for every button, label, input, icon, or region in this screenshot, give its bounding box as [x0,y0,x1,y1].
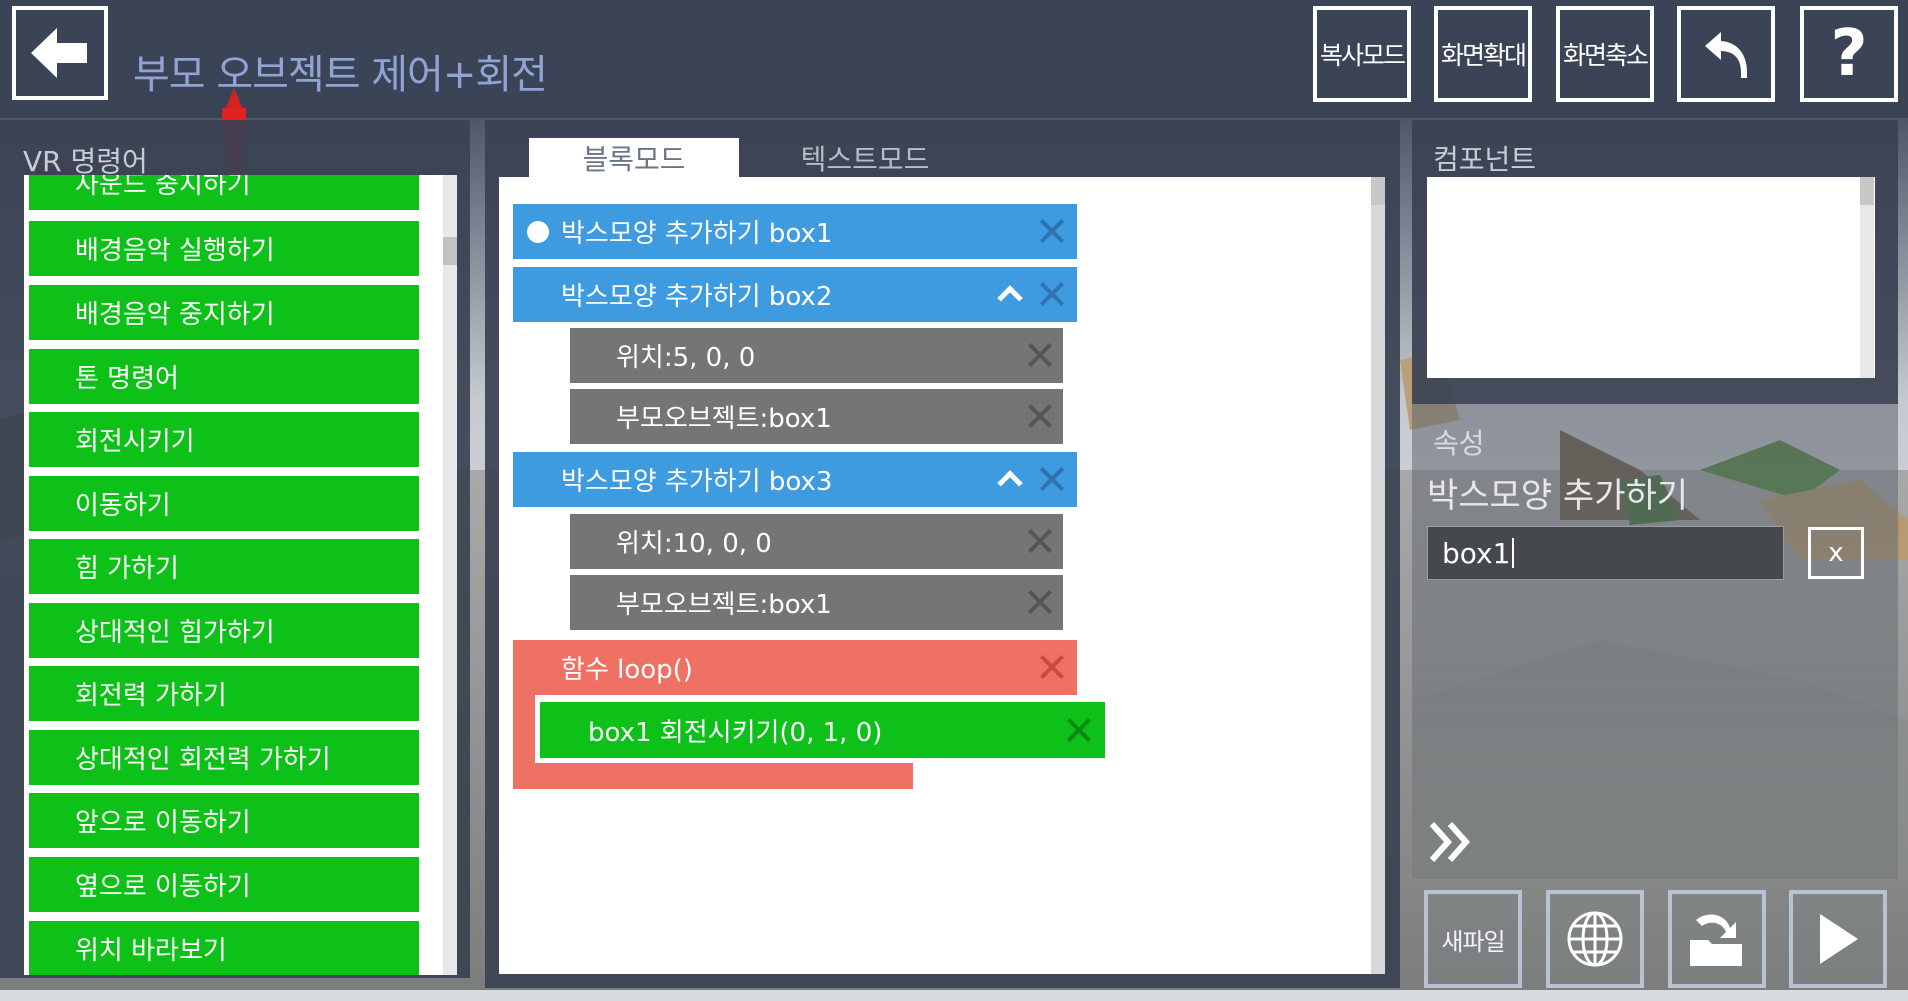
scrollbar-thumb[interactable] [443,237,457,265]
block-label: 박스모양 추가하기 box3 [561,467,833,497]
play-icon [1820,914,1858,964]
delete-icon[interactable] [1027,589,1053,615]
block-label: 위치:10, 0, 0 [616,529,772,559]
delete-icon[interactable] [1027,528,1053,554]
command-item[interactable]: 톤 명령어 [29,349,419,404]
delete-icon[interactable] [1066,717,1092,743]
delete-icon[interactable] [1039,654,1065,680]
block-label: 위치:5, 0, 0 [616,343,756,373]
loop-body-frame [513,695,535,767]
object-name-input[interactable]: box1 [1427,526,1784,580]
expand-chevron-icon[interactable] [1428,820,1472,864]
command-item[interactable]: 회전력 가하기 [29,666,419,721]
property-label: 속성 [1433,427,1485,460]
undo-button[interactable] [1677,6,1775,102]
command-item[interactable]: 회전시키기 [29,412,419,467]
vr-commands-label: VR 명령어 [23,145,148,178]
block-function-loop[interactable]: 함수 loop() [513,640,1077,695]
run-button[interactable] [1789,890,1887,988]
block-editor-canvas[interactable]: 박스모양 추가하기 box1 박스모양 추가하기 box2 위치:5, 0, 0… [499,177,1385,974]
block-parent-object[interactable]: 부모오브젝트:box1 [570,389,1063,444]
open-folder-icon [1690,914,1742,966]
block-add-box2[interactable]: 박스모양 추가하기 box2 [513,267,1077,322]
object-name-value: box1 [1442,536,1511,570]
delete-icon[interactable] [1027,342,1053,368]
editor-scrollbar[interactable] [1371,177,1385,974]
globe-button[interactable] [1546,890,1644,988]
command-item[interactable]: 상대적인 힘가하기 [29,603,419,658]
page-title: 부모 오브젝트 제어+회전 [133,52,548,98]
back-arrow-icon [31,28,87,78]
command-item[interactable]: 힘 가하기 [29,539,419,594]
command-item[interactable]: 사운드 중지하기 [29,175,419,210]
property-title: 박스모양 추가하기 [1427,476,1689,516]
undo-icon [1705,32,1747,78]
bottom-strip [0,990,1908,1001]
component-list[interactable] [1427,177,1875,378]
clear-name-button[interactable]: x [1808,527,1864,579]
open-file-button[interactable] [1668,890,1766,988]
command-item[interactable]: 위치 바라보기 [29,921,419,975]
delete-icon[interactable] [1027,403,1053,429]
command-item[interactable]: 옆으로 이동하기 [29,857,419,912]
scrollbar-thumb[interactable] [1371,177,1385,205]
block-label: 부모오브젝트:box1 [616,590,832,620]
tab-text-mode[interactable]: 텍스트모드 [760,138,970,178]
back-button[interactable] [12,6,108,100]
block-add-box1[interactable]: 박스모양 추가하기 box1 [513,204,1077,259]
command-item[interactable]: 앞으로 이동하기 [29,793,419,848]
command-item[interactable]: 배경음악 실행하기 [29,221,419,276]
delete-icon[interactable] [1039,466,1065,492]
block-parent-object[interactable]: 부모오브젝트:box1 [570,575,1063,630]
new-file-button[interactable]: 새파일 [1424,890,1522,988]
loop-end-cap [513,763,913,789]
zoom-in-button[interactable]: 화면확대 [1434,6,1532,102]
block-add-box3[interactable]: 박스모양 추가하기 box3 [513,452,1077,507]
block-rotate-box1[interactable]: box1 회전시키기(0, 1, 0) [540,702,1105,758]
globe-icon [1567,911,1623,967]
collapse-icon[interactable] [997,285,1023,311]
copy-mode-button[interactable]: 복사모드 [1313,6,1411,102]
block-label: 박스모양 추가하기 box1 [561,219,833,249]
block-label: 함수 loop() [561,655,693,685]
delete-icon[interactable] [1039,281,1065,307]
dot-icon [527,220,549,243]
help-button[interactable]: ? [1800,6,1898,102]
tab-block-mode[interactable]: 블록모드 [529,138,739,178]
collapse-icon[interactable] [997,470,1023,496]
block-position[interactable]: 위치:5, 0, 0 [570,328,1063,383]
command-item[interactable]: 배경음악 중지하기 [29,285,419,340]
help-icon: ? [1830,17,1868,91]
block-position[interactable]: 위치:10, 0, 0 [570,514,1063,569]
scrollbar-thumb[interactable] [1860,177,1874,205]
component-label: 컴포넌트 [1433,143,1537,176]
command-list-scrollbar[interactable] [443,175,457,975]
zoom-out-button[interactable]: 화면축소 [1556,6,1654,102]
component-scrollbar[interactable] [1860,177,1874,378]
block-label: box1 회전시키기(0, 1, 0) [588,717,883,748]
delete-icon[interactable] [1039,218,1065,244]
command-item[interactable]: 상대적인 회전력 가하기 [29,730,419,785]
command-list[interactable]: 사운드 중지하기 배경음악 실행하기 배경음악 중지하기 톤 명령어 회전시키기… [24,175,454,975]
block-label: 박스모양 추가하기 box2 [561,282,833,312]
command-item[interactable]: 이동하기 [29,476,419,531]
block-label: 부모오브젝트:box1 [616,404,832,434]
text-caret [1512,538,1515,568]
